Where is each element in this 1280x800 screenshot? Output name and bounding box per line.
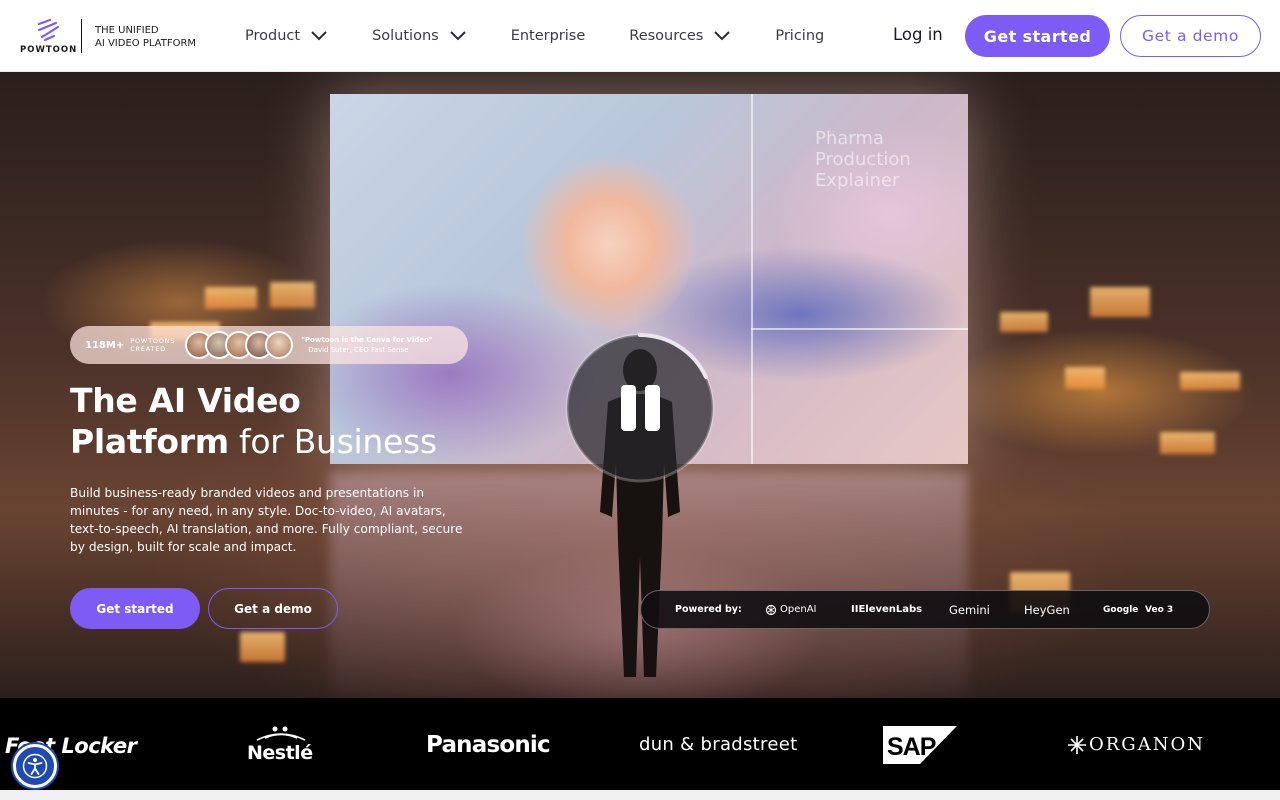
partner-openai: OpenAI (765, 604, 817, 616)
partner-openai-label: OpenAI (780, 604, 817, 615)
count-label-line-1: POWTOONS (130, 337, 176, 345)
pause-icon (621, 385, 636, 431)
sap-icon: SAP (883, 726, 957, 764)
pause-icon (645, 385, 660, 431)
avatar (265, 331, 294, 359)
chevron-down-icon (714, 31, 731, 41)
accessibility-button[interactable] (13, 744, 57, 788)
openai-icon (765, 604, 777, 615)
hero-section: Pharma Production Explainer 118M+ POWTOO… (0, 72, 1280, 698)
count-label-line-2: CREATED (130, 345, 167, 353)
powtoon-logo[interactable]: POWTOON (20, 18, 76, 56)
headline-light-part: for Business (228, 422, 437, 461)
login-link[interactable]: Log in (893, 25, 943, 44)
social-proof-pill: 118M+ POWTOONS CREATED "Powtoon is the C… (70, 326, 468, 364)
hero-description: Build business-ready branded videos and … (70, 486, 463, 554)
main-menu: Product Solutions Enterprise Resources P… (245, 0, 868, 72)
screen-divider (751, 328, 968, 330)
nav-resources-label: Resources (629, 28, 704, 44)
video-overlay-line-3: Explainer (815, 170, 900, 191)
testimonial-quote: "Powtoon is the Canva for Video" David S… (301, 335, 432, 355)
screen-divider (751, 94, 753, 464)
nav-enterprise-label: Enterprise (510, 28, 586, 44)
nav-product[interactable]: Product (245, 28, 328, 44)
nav-resources[interactable]: Resources (629, 28, 731, 44)
background-light (240, 632, 285, 662)
nav-solutions[interactable]: Solutions (372, 28, 467, 44)
partner-veo: Veo 3 (1145, 604, 1174, 615)
page-bottom-edge (0, 790, 1280, 800)
logo-divider (81, 19, 82, 53)
video-pause-button[interactable] (565, 333, 715, 483)
powtoon-wordmark: POWTOON (20, 45, 78, 55)
nav-product-label: Product (245, 28, 301, 44)
dun-bradstreet-logo: dun & bradstreet (639, 734, 798, 755)
chevron-down-icon (449, 31, 466, 41)
hero-get-demo-button[interactable]: Get a demo (208, 588, 338, 629)
brand-tagline: THE UNIFIED AI VIDEO PLATFORM (95, 24, 196, 50)
powtoons-count: 118M+ (85, 339, 125, 351)
headline-line-1: The AI Video (70, 381, 301, 420)
nav-pricing-label: Pricing (775, 28, 825, 44)
nestle-logo: Nestlé (247, 724, 317, 768)
customer-logo-strip: Foot Locker Nestlé Panasonic dun & brads… (0, 698, 1280, 790)
panasonic-logo: Panasonic (426, 732, 551, 758)
chevron-down-icon (311, 31, 327, 41)
powered-by-label: Powered by: (675, 604, 742, 615)
tagline-line-1: THE UNIFIED (95, 25, 159, 36)
hero-get-started-button[interactable]: Get started (70, 588, 200, 629)
partner-heygen: HeyGen (1024, 602, 1070, 617)
background-light (1000, 312, 1048, 332)
organon-logo: ORGANON (1067, 734, 1205, 755)
background-light (1160, 432, 1215, 454)
testimonial-text: "Powtoon is the Canva for Video" (301, 336, 433, 344)
video-overlay-text: Pharma Production Explainer (815, 128, 911, 191)
video-overlay-line-1: Pharma (815, 128, 884, 149)
nav-enterprise[interactable]: Enterprise (511, 28, 586, 44)
svg-text:SAP: SAP (887, 733, 936, 761)
top-navigation: POWTOON THE UNIFIED AI VIDEO PLATFORM Pr… (0, 0, 1280, 72)
partner-google: Google (1103, 604, 1139, 615)
background-light (1065, 367, 1105, 389)
nav-pricing[interactable]: Pricing (775, 28, 824, 44)
organon-wordmark: ORGANON (1089, 734, 1205, 755)
nav-solutions-label: Solutions (372, 28, 439, 44)
video-progress-ring (565, 333, 715, 483)
background-light (1090, 287, 1150, 317)
testimonial-attribution: David Suter, CEO Fast Sense (308, 346, 409, 354)
headline-bold-part: Platform (70, 422, 229, 461)
partner-gemini: Gemini (949, 602, 990, 617)
background-light (270, 282, 315, 308)
video-overlay-line-2: Production (815, 149, 911, 170)
powtoons-count-label: POWTOONS CREATED (130, 337, 175, 353)
nestle-wordmark: Nestlé (247, 742, 313, 764)
organon-star-icon (1068, 735, 1086, 754)
get-demo-button[interactable]: Get a demo (1120, 15, 1261, 57)
customer-avatars (185, 331, 294, 359)
tagline-line-2: AI VIDEO PLATFORM (95, 38, 197, 49)
nest-icon (256, 726, 306, 741)
get-started-button[interactable]: Get started (965, 15, 1110, 57)
hero-headline: The AI Video Platform for Business (70, 380, 437, 462)
powered-by-bar: Powered by: OpenAI IIElevenLabs Gemini H… (640, 590, 1210, 629)
background-light (205, 287, 257, 309)
powtoon-mark-icon (37, 18, 60, 42)
accessibility-icon (22, 753, 48, 779)
sap-logo: SAP (883, 726, 957, 764)
background-light (1180, 372, 1240, 390)
partner-elevenlabs: IIElevenLabs (851, 604, 923, 615)
